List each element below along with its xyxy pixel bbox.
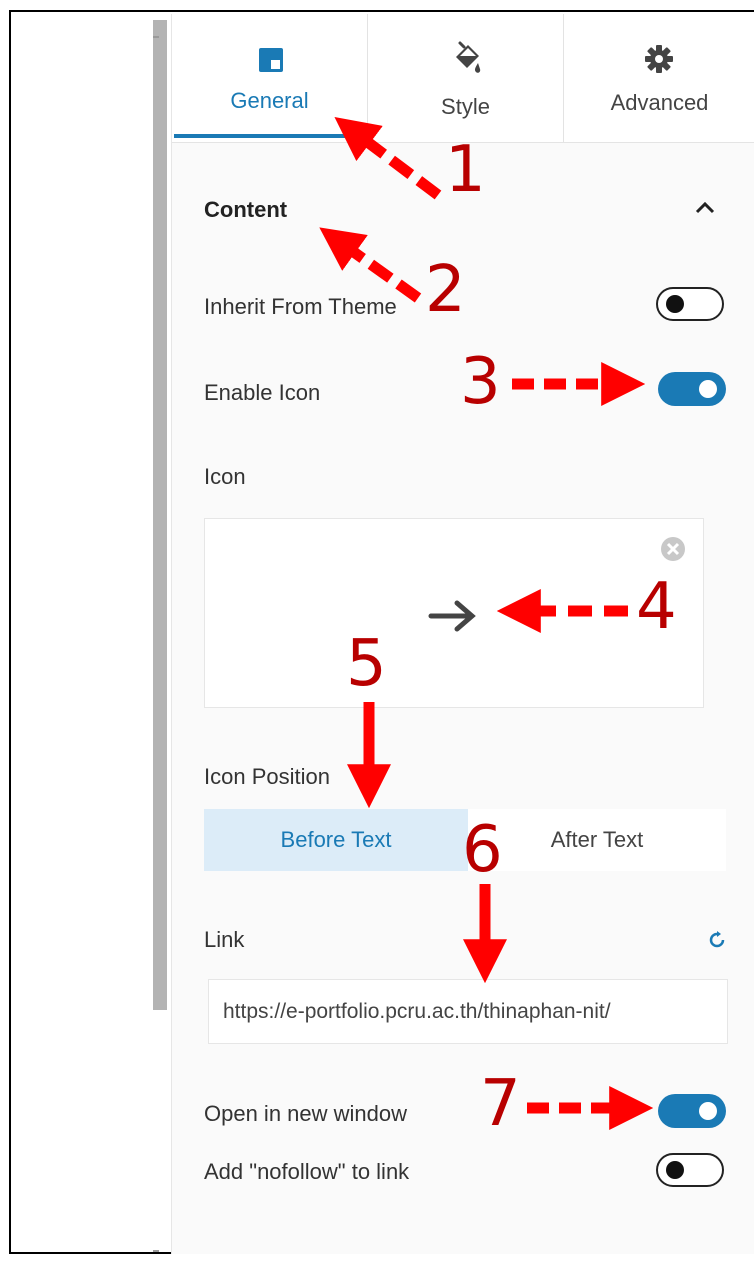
annotation-label-4: 4 xyxy=(636,570,677,644)
annotation-label-5: 5 xyxy=(346,627,387,701)
annotation-label-3: 3 xyxy=(460,345,501,419)
annotation-label-2: 2 xyxy=(425,253,466,327)
annotation-arrow-1 xyxy=(334,117,442,200)
annotation-label-7: 7 xyxy=(480,1067,521,1141)
annotation-label-6: 6 xyxy=(462,813,503,887)
annotation-label-1: 1 xyxy=(445,133,486,207)
annotation-arrow-2 xyxy=(319,227,422,303)
